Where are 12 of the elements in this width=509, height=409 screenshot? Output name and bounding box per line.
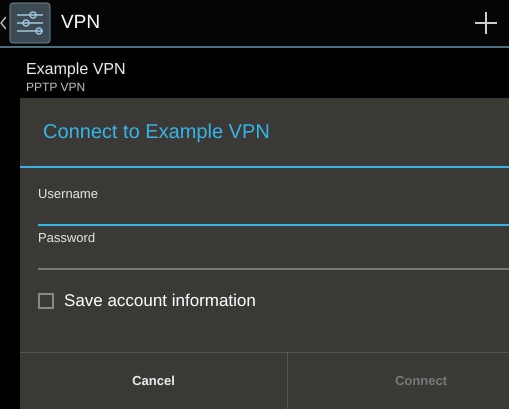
add-icon[interactable] <box>474 11 498 35</box>
sliders-icon[interactable] <box>9 2 51 44</box>
dialog-button[interactable]: Cancel <box>20 353 287 409</box>
checkbox[interactable] <box>38 293 54 309</box>
checkbox-label: Save account information <box>64 290 256 312</box>
back-chevron-icon[interactable] <box>0 16 6 30</box>
field-label: Password <box>38 230 96 246</box>
field-label: Username <box>38 186 98 202</box>
vpn-type: PPTP VPN <box>26 80 86 94</box>
screen-title: VPN <box>61 10 100 35</box>
vpn-name[interactable]: Example VPN <box>26 60 126 80</box>
dialog-title: Connect to Example VPN <box>43 120 270 145</box>
